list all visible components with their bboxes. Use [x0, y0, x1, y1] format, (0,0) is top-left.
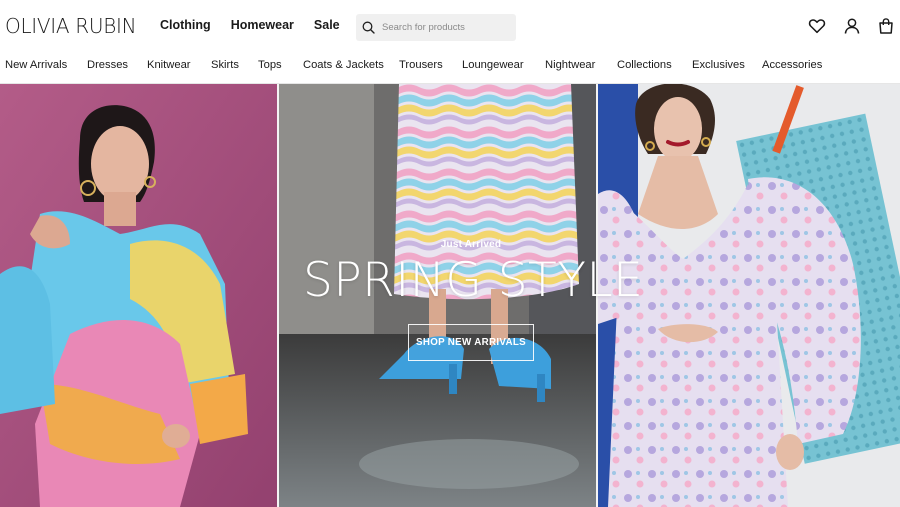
brand-logo[interactable]: OLIVIA RUBIN — [5, 14, 137, 38]
hero-image-striped-dress[interactable] — [279, 84, 596, 507]
nav-sale[interactable]: Sale — [314, 18, 340, 32]
search-icon — [362, 21, 375, 34]
shop-new-arrivals-button[interactable]: SHOP NEW ARRIVALS — [408, 324, 534, 361]
category-coats-jackets[interactable]: Coats & Jackets — [303, 59, 399, 71]
category-nightwear[interactable]: Nightwear — [545, 59, 617, 71]
account-user-icon[interactable] — [843, 17, 861, 35]
category-accessories[interactable]: Accessories — [762, 59, 822, 71]
category-dresses[interactable]: Dresses — [87, 59, 147, 71]
category-new-arrivals[interactable]: New Arrivals — [5, 59, 87, 71]
primary-nav: Clothing Homewear Sale — [159, 18, 340, 32]
category-trousers[interactable]: Trousers — [399, 59, 462, 71]
site-header: OLIVIA RUBIN Clothing Homewear Sale — [0, 0, 900, 52]
category-skirts[interactable]: Skirts — [211, 59, 258, 71]
nav-clothing[interactable]: Clothing — [159, 18, 212, 32]
category-knitwear[interactable]: Knitwear — [147, 59, 211, 71]
category-nav: New Arrivals Dresses Knitwear Skirts Top… — [5, 59, 822, 71]
hero-image-floral-dress[interactable] — [598, 84, 900, 507]
search-input[interactable] — [382, 22, 507, 33]
hero-banner[interactable]: Just Arrived SPRING STYLE SHOP NEW ARRIV… — [0, 84, 900, 507]
hero-image-knit-jumper[interactable] — [0, 84, 277, 507]
wishlist-heart-icon[interactable] — [808, 17, 826, 35]
category-loungewear[interactable]: Loungewear — [462, 59, 545, 71]
search-bar[interactable] — [356, 14, 516, 41]
category-collections[interactable]: Collections — [617, 59, 692, 71]
nav-homewear[interactable]: Homewear — [231, 18, 294, 32]
shopping-bag-icon[interactable] — [877, 17, 895, 35]
category-tops[interactable]: Tops — [258, 59, 303, 71]
category-exclusives[interactable]: Exclusives — [692, 59, 762, 71]
